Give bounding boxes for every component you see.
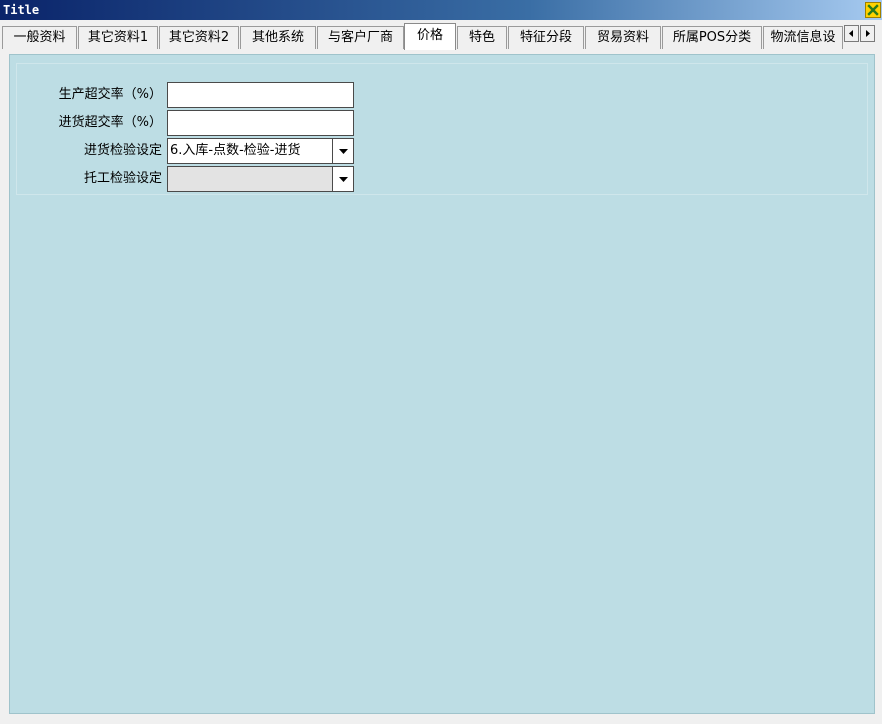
tab-pos-category[interactable]: 所属POS分类 bbox=[662, 26, 762, 49]
purchase-inspection-select[interactable]: 6.入库-点数-检验-进货 bbox=[167, 138, 354, 164]
outsource-inspection-dropdown-button[interactable] bbox=[332, 167, 353, 191]
tab-features[interactable]: 特色 bbox=[457, 26, 507, 49]
price-tab-panel: 生产超交率（%） 进货超交率（%） 进货检验设定 6.入库-点数-检验-进货 托… bbox=[9, 54, 875, 714]
tab-price[interactable]: 价格 bbox=[404, 23, 456, 50]
chevron-down-icon bbox=[338, 177, 348, 182]
tab-other-1[interactable]: 其它资料1 bbox=[78, 26, 158, 49]
tab-feature-segment[interactable]: 特征分段 bbox=[508, 26, 584, 49]
arrow-left-icon bbox=[849, 30, 853, 37]
tab-general[interactable]: 一般资料 bbox=[2, 26, 77, 49]
title-bar: Title bbox=[0, 0, 882, 20]
arrow-right-icon bbox=[866, 30, 870, 37]
purchase-inspection-dropdown-button[interactable] bbox=[332, 139, 353, 163]
over-rate-group: 生产超交率（%） 进货超交率（%） 进货检验设定 6.入库-点数-检验-进货 托… bbox=[16, 63, 868, 195]
tab-trade-info[interactable]: 贸易资料 bbox=[585, 26, 661, 49]
production-over-rate-input[interactable] bbox=[167, 82, 354, 108]
tab-other-systems[interactable]: 其他系统 bbox=[240, 26, 316, 49]
close-icon bbox=[867, 4, 879, 16]
purchase-inspection-value: 6.入库-点数-检验-进货 bbox=[170, 143, 301, 158]
chevron-down-icon bbox=[338, 149, 348, 154]
outsource-inspection-select[interactable] bbox=[167, 166, 354, 192]
close-button[interactable] bbox=[865, 2, 881, 18]
tab-other-2[interactable]: 其它资料2 bbox=[159, 26, 239, 49]
outsource-inspection-label: 托工检验设定 bbox=[83, 171, 162, 186]
tab-logistics[interactable]: 物流信息设 bbox=[763, 26, 843, 49]
production-over-rate-label: 生产超交率（%） bbox=[58, 87, 162, 102]
tab-strip: 一般资料 其它资料1 其它资料2 其他系统 与客户厂商 价格 特色 特征分段 贸… bbox=[0, 22, 882, 50]
tab-scroll-right-button[interactable] bbox=[860, 25, 875, 42]
purchase-over-rate-input[interactable] bbox=[167, 110, 354, 136]
tab-customer-vendor[interactable]: 与客户厂商 bbox=[317, 26, 404, 49]
purchase-over-rate-label: 进货超交率（%） bbox=[58, 115, 162, 130]
tab-scroll-left-button[interactable] bbox=[844, 25, 859, 42]
purchase-inspection-label: 进货检验设定 bbox=[83, 143, 162, 158]
window-title: Title bbox=[3, 3, 40, 17]
